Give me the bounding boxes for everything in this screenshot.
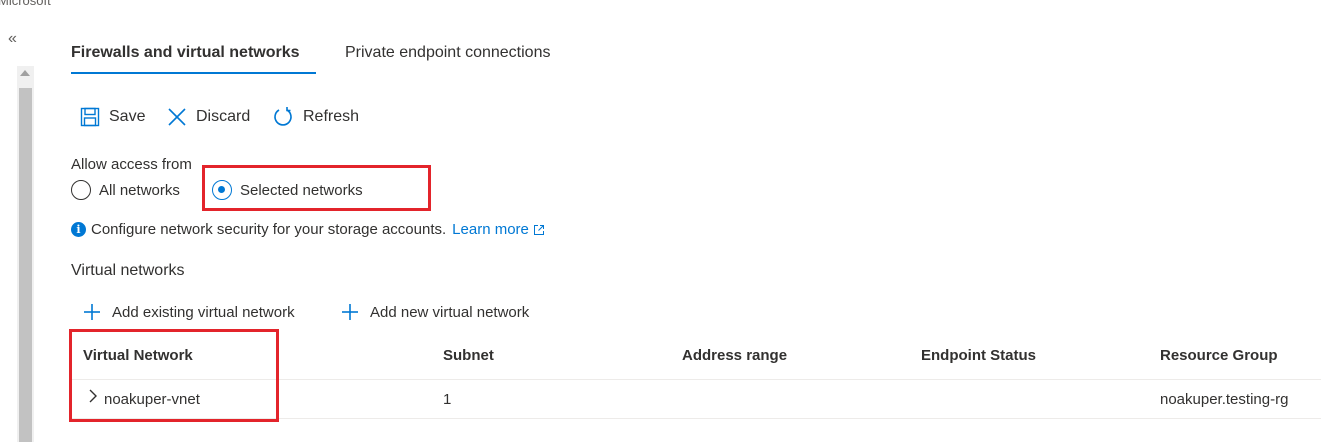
discard-label: Discard: [196, 108, 251, 125]
tab-private-endpoints[interactable]: Private endpoint connections: [345, 44, 550, 62]
radio-all-networks[interactable]: All networks: [71, 178, 180, 202]
refresh-label: Refresh: [303, 108, 360, 125]
chevron-right-icon[interactable]: [88, 388, 98, 408]
radio-label: All networks: [99, 181, 180, 199]
collapse-icon[interactable]: «: [8, 30, 17, 48]
save-button[interactable]: Save: [80, 104, 145, 130]
scroll-up-icon[interactable]: [20, 70, 30, 76]
radio-selected-networks[interactable]: Selected networks: [212, 178, 363, 202]
radio-circle-selected[interactable]: [212, 180, 232, 200]
column-header-address-range[interactable]: Address range: [682, 347, 787, 364]
save-label: Save: [109, 108, 146, 125]
save-icon: [80, 107, 100, 127]
column-header-subnet[interactable]: Subnet: [443, 347, 494, 364]
refresh-button[interactable]: Refresh: [272, 104, 359, 130]
external-link-icon[interactable]: [533, 224, 545, 236]
cell-subnet: 1: [443, 391, 452, 408]
refresh-icon: [274, 107, 292, 126]
add-new-label: Add new virtual network: [370, 303, 530, 321]
cell-resource-group: noakuper.testing-rg: [1160, 391, 1289, 408]
add-existing-label: Add existing virtual network: [112, 303, 295, 321]
column-header-endpoint-status[interactable]: Endpoint Status: [921, 347, 1036, 364]
divider: [71, 379, 1321, 380]
discard-icon: [168, 108, 186, 126]
virtual-networks-heading: Virtual networks: [71, 262, 185, 279]
cell-virtual-network: noakuper-vnet: [104, 391, 200, 408]
info-text: Configure network security for your stor…: [91, 221, 447, 238]
allow-access-label: Allow access from: [71, 156, 192, 173]
tab-firewalls[interactable]: Firewalls and virtual networks: [71, 44, 300, 62]
radio-label: Selected networks: [240, 181, 363, 199]
discard-button[interactable]: Discard: [167, 104, 250, 130]
add-new-vnet-button[interactable]: Add new virtual network: [341, 300, 529, 324]
active-tab-indicator: [71, 72, 316, 74]
add-existing-vnet-button[interactable]: Add existing virtual network: [83, 300, 295, 324]
plus-icon: [84, 304, 100, 320]
info-icon: i: [71, 222, 86, 237]
info-message: i Configure network security for your st…: [71, 221, 545, 238]
highlight-box: [69, 329, 279, 422]
radio-circle[interactable]: [71, 180, 91, 200]
learn-more-link[interactable]: Learn more: [452, 221, 529, 238]
divider: [71, 418, 1321, 419]
column-header-virtual-network[interactable]: Virtual Network: [83, 347, 193, 364]
plus-icon: [342, 304, 358, 320]
column-header-resource-group[interactable]: Resource Group: [1160, 347, 1278, 364]
scrollbar-thumb[interactable]: [19, 88, 32, 442]
brand-text: Microsoft: [0, 0, 51, 8]
